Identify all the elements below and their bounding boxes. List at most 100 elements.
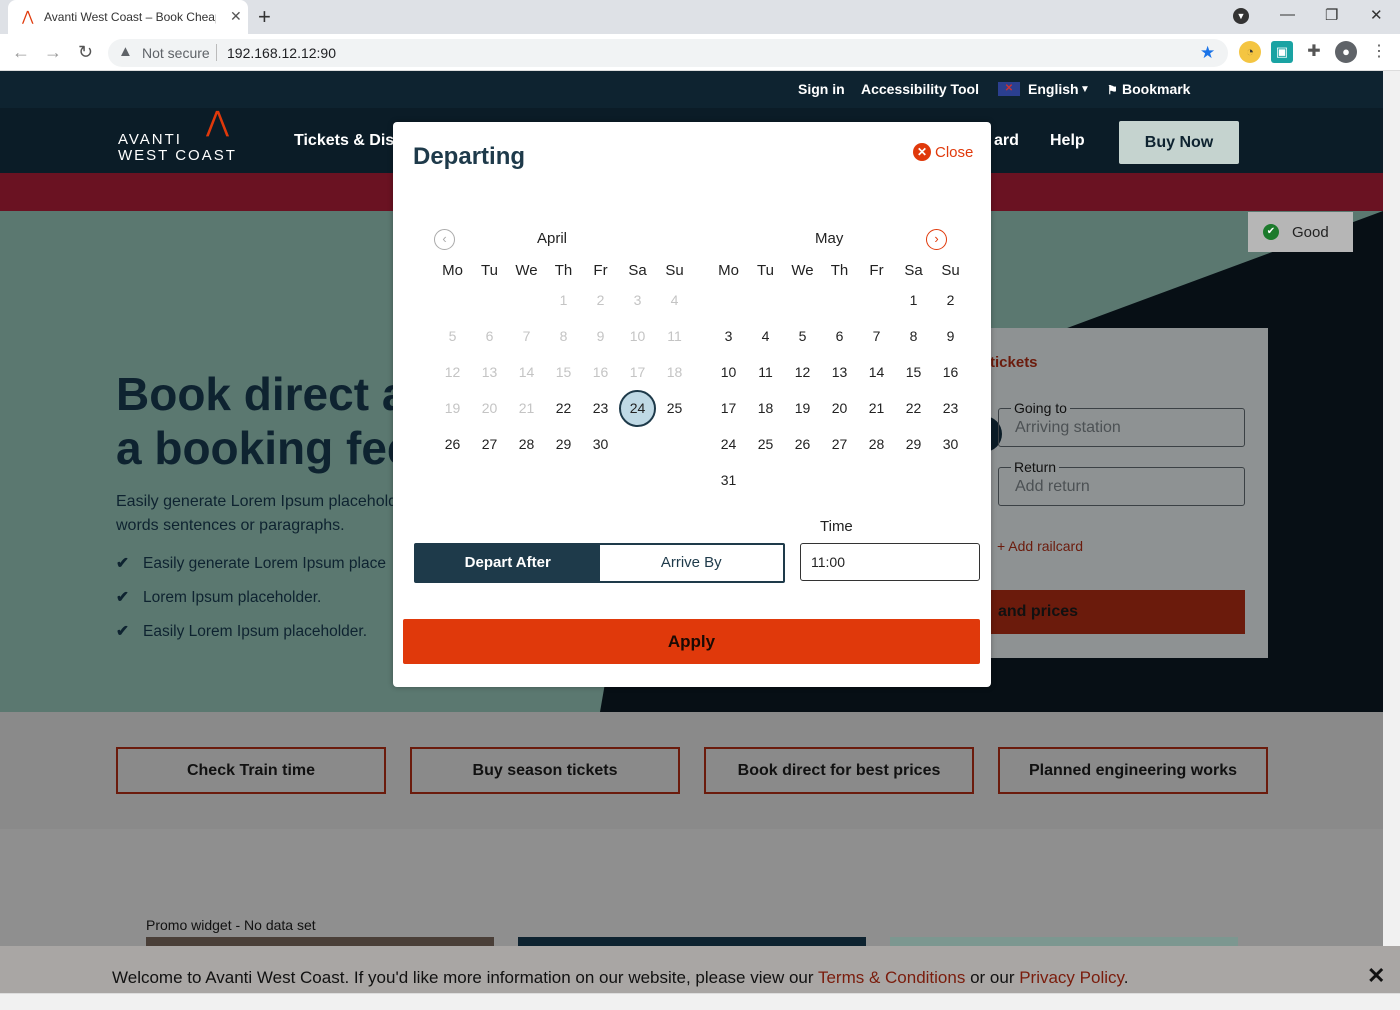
calendar-day[interactable]: 25 bbox=[747, 434, 784, 454]
calendar-day[interactable]: 28 bbox=[508, 434, 545, 454]
calendar-day[interactable]: 15 bbox=[895, 362, 932, 382]
calendar-day[interactable]: 6 bbox=[821, 326, 858, 346]
next-month-icon[interactable]: › bbox=[926, 229, 947, 250]
calendar-day[interactable]: 16 bbox=[932, 362, 969, 382]
promo-heading: Promo widget - No data set bbox=[146, 917, 316, 933]
book-direct-button[interactable]: Book direct for best prices bbox=[704, 747, 974, 794]
calendar-day[interactable]: 9 bbox=[932, 326, 969, 346]
calendar-day[interactable]: 25 bbox=[656, 398, 693, 418]
avanti-logo[interactable]: ⋀ AVANTI WEST COAST bbox=[118, 108, 237, 164]
calendar-day[interactable]: 20 bbox=[821, 398, 858, 418]
restore-icon[interactable]: ❐ bbox=[1325, 6, 1338, 24]
going-to-placeholder: Arriving station bbox=[1015, 419, 1121, 436]
calendar-day[interactable]: 5 bbox=[784, 326, 821, 346]
browser-tab[interactable]: ⋀ Avanti West Coast – Book Cheap ✕ bbox=[8, 0, 248, 34]
season-tickets-button[interactable]: Buy season tickets bbox=[410, 747, 680, 794]
return-field[interactable]: Return Add return bbox=[998, 459, 1245, 506]
calendar-day[interactable]: 29 bbox=[545, 434, 582, 454]
calendar-day[interactable]: 1 bbox=[895, 290, 932, 310]
nav-help[interactable]: Help bbox=[1050, 132, 1085, 150]
depart-after-option[interactable]: Depart After bbox=[416, 545, 600, 581]
calendar-day[interactable]: 26 bbox=[784, 434, 821, 454]
engineering-works-button[interactable]: Planned engineering works bbox=[998, 747, 1268, 794]
calendar-day[interactable]: 22 bbox=[545, 398, 582, 418]
close-button[interactable]: ✕ Close bbox=[913, 143, 973, 161]
calendar-day[interactable]: 27 bbox=[471, 434, 508, 454]
window-close-icon[interactable]: ✕ bbox=[1370, 6, 1383, 24]
back-icon[interactable]: ← bbox=[12, 42, 30, 63]
time-input[interactable] bbox=[800, 543, 980, 581]
calendar-day[interactable]: 23 bbox=[582, 398, 619, 418]
calendar-day[interactable]: 30 bbox=[932, 434, 969, 454]
calendar-day[interactable]: 19 bbox=[784, 398, 821, 418]
horizontal-scrollbar[interactable] bbox=[0, 993, 1400, 1010]
extension-2-icon[interactable]: ▣ bbox=[1271, 41, 1293, 63]
arrive-by-option[interactable]: Arrive By bbox=[599, 545, 783, 581]
calendar-day[interactable]: 7 bbox=[858, 326, 895, 346]
terms-link[interactable]: Terms & Conditions bbox=[818, 968, 965, 987]
add-railcard-link[interactable]: + Add railcard bbox=[997, 538, 1083, 554]
find-prices-button[interactable]: and prices bbox=[990, 590, 1245, 634]
calendar-day[interactable]: 27 bbox=[821, 434, 858, 454]
selected-day[interactable]: 24 bbox=[619, 390, 656, 427]
calendar-day[interactable]: 26 bbox=[434, 434, 471, 454]
calendar-day[interactable]: 2 bbox=[932, 290, 969, 310]
bookmark-star-icon[interactable]: ★ bbox=[1200, 43, 1215, 63]
going-to-field[interactable]: Going to Arriving station bbox=[998, 400, 1245, 447]
new-tab-button[interactable]: + bbox=[258, 4, 271, 30]
calendar-day[interactable]: 3 bbox=[710, 326, 747, 346]
calendar-day[interactable]: 8 bbox=[895, 326, 932, 346]
calendar-day[interactable]: 21 bbox=[858, 398, 895, 418]
bookmark-link[interactable]: Bookmark bbox=[1122, 81, 1190, 97]
check-train-time-button[interactable]: Check Train time bbox=[116, 747, 386, 794]
language-selector[interactable]: English bbox=[1028, 81, 1079, 97]
month-name-1: May bbox=[815, 230, 844, 247]
calendar-day[interactable]: 29 bbox=[895, 434, 932, 454]
extensions-puzzle-icon[interactable]: ✚ bbox=[1303, 41, 1325, 63]
weekday-header: Fr bbox=[869, 262, 884, 279]
hero-title-line-2: a booking fee bbox=[116, 422, 413, 474]
browser-menu-icon[interactable]: ⋮ bbox=[1368, 41, 1390, 63]
calendar-day[interactable]: 14 bbox=[858, 362, 895, 382]
vertical-scrollbar[interactable] bbox=[1383, 71, 1400, 993]
minimize-icon[interactable]: — bbox=[1280, 6, 1295, 23]
apply-button[interactable]: Apply bbox=[403, 619, 980, 664]
language-caret-icon[interactable]: ▼ bbox=[1080, 84, 1090, 95]
cookie-close-icon[interactable]: ✕ bbox=[1367, 963, 1385, 989]
weekday-header: Sa bbox=[628, 262, 647, 279]
calendar-day[interactable]: 10 bbox=[710, 362, 747, 382]
reload-icon[interactable]: ↻ bbox=[78, 42, 93, 63]
calendar-day[interactable]: 31 bbox=[710, 470, 747, 490]
calendar-day[interactable]: 23 bbox=[932, 398, 969, 418]
security-label: Not secure bbox=[142, 45, 210, 61]
calendar-day[interactable]: 4 bbox=[747, 326, 784, 346]
account-icon[interactable]: ● bbox=[1335, 41, 1357, 63]
calendar-day[interactable]: 28 bbox=[858, 434, 895, 454]
calendar-day[interactable]: 30 bbox=[582, 434, 619, 454]
calendar-day[interactable]: 17 bbox=[710, 398, 747, 418]
privacy-link[interactable]: Privacy Policy bbox=[1019, 968, 1124, 987]
nav-tickets[interactable]: Tickets & Disc bbox=[294, 132, 403, 150]
prev-month-icon[interactable]: ‹ bbox=[434, 229, 455, 250]
nav-card[interactable]: ard bbox=[994, 132, 1019, 150]
calendar-day[interactable]: 22 bbox=[895, 398, 932, 418]
bookmark-flag-icon: ⚑ bbox=[1107, 83, 1118, 97]
profile-menu-icon[interactable]: ▼ bbox=[1233, 8, 1249, 24]
calendar-day[interactable]: 12 bbox=[784, 362, 821, 382]
url-text[interactable]: 192.168.12.12:90 bbox=[227, 45, 336, 61]
accessibility-tool-link[interactable]: Accessibility Tool bbox=[861, 81, 979, 97]
omnibox-separator bbox=[216, 44, 217, 61]
buy-now-button[interactable]: Buy Now bbox=[1119, 121, 1239, 164]
calendar-day[interactable]: 11 bbox=[747, 362, 784, 382]
calendar-day[interactable]: 24 bbox=[710, 434, 747, 454]
omnibox[interactable]: ▲ Not secure 192.168.12.12:90 ★ bbox=[108, 39, 1228, 67]
tab-close-icon[interactable]: ✕ bbox=[230, 8, 242, 25]
sign-in-link[interactable]: Sign in bbox=[798, 81, 845, 97]
calendar-day[interactable]: 13 bbox=[821, 362, 858, 382]
warning-icon: ▲ bbox=[118, 43, 133, 60]
cookie-text: Welcome to Avanti West Coast. If you'd l… bbox=[112, 968, 1128, 988]
weekday-header: Th bbox=[554, 262, 573, 279]
forward-icon[interactable]: → bbox=[44, 42, 62, 63]
calendar-day[interactable]: 18 bbox=[747, 398, 784, 418]
extension-1-icon[interactable]: ◔ bbox=[1239, 41, 1261, 63]
